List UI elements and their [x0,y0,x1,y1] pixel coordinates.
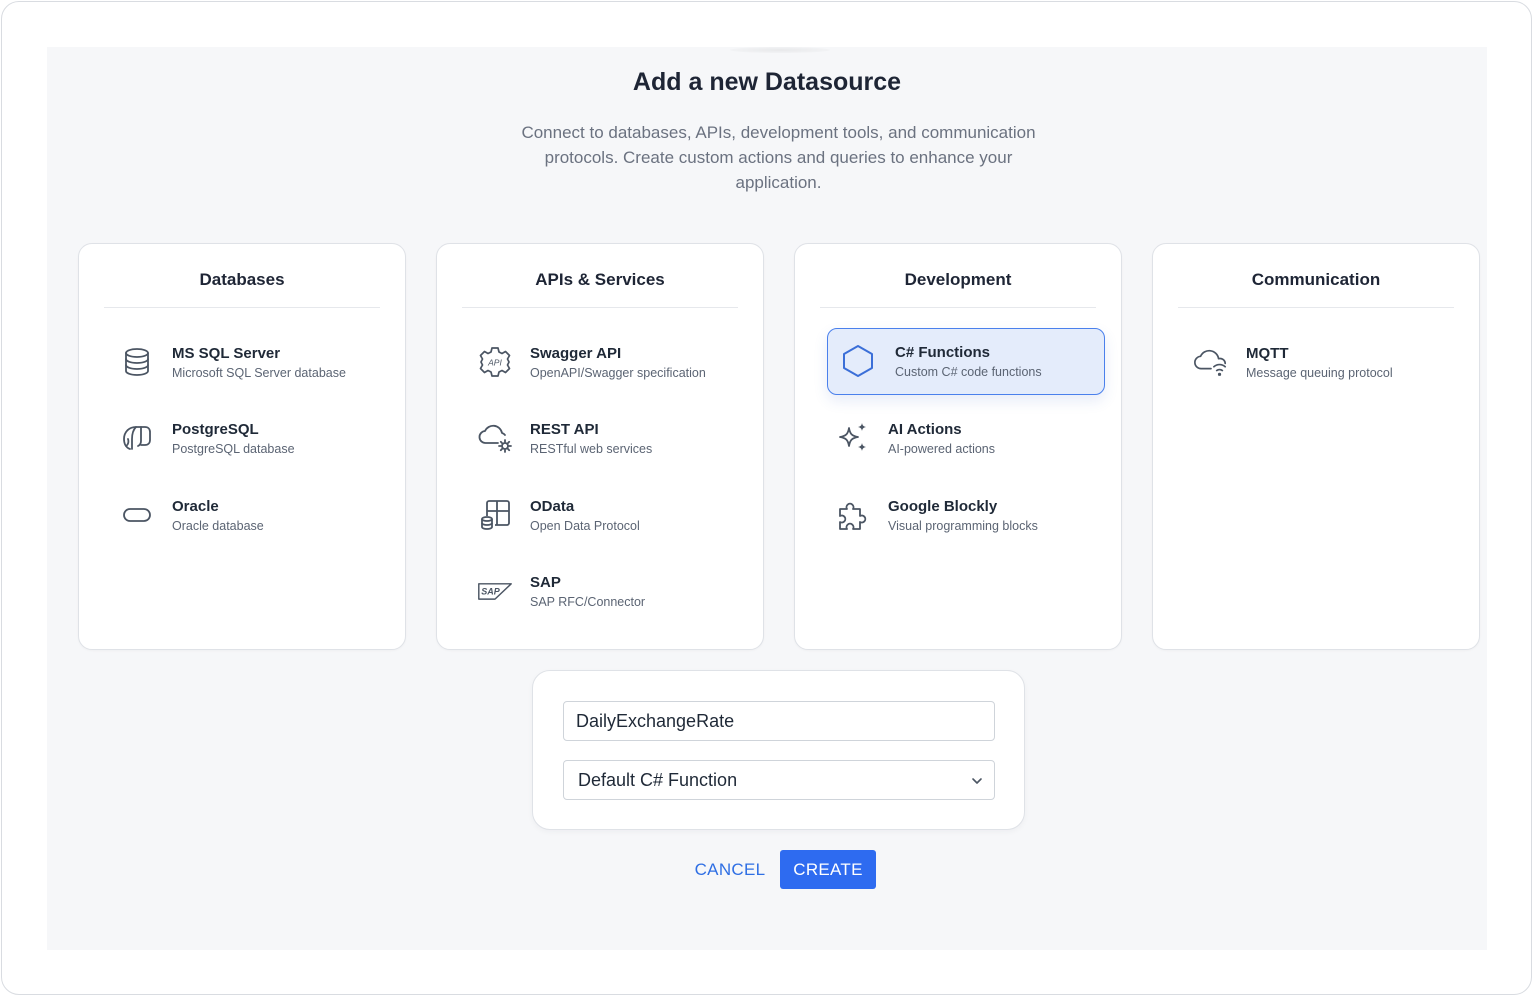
category-title: Development [820,270,1096,308]
cloud-wifi-icon [1193,344,1229,380]
create-button[interactable]: CREATE [780,850,876,889]
sap-logo-icon: SAP [477,573,513,609]
cloud-gear-icon [477,420,513,456]
category-card-apis-services: APIs & Services API Swagger API OpenAPI/… [436,243,764,650]
category-card-development: Development C# Functions Custom C# code … [794,243,1122,650]
dialog-subtitle: Connect to databases, APIs, development … [521,123,1036,192]
option-description: AI-powered actions [888,442,996,456]
odata-table-icon [477,497,513,533]
datasource-option-postgresql[interactable]: PostgreSQL PostgreSQL database [111,406,389,472]
option-description: OpenAPI/Swagger specification [530,366,706,380]
option-description: RESTful web services [530,442,653,456]
datasource-form: Default C# Function [532,670,1025,830]
category-card-communication: Communication MQTT Message queuing proto… [1152,243,1480,650]
option-description: PostgreSQL database [172,442,295,456]
datasource-name-input[interactable] [563,701,995,741]
svg-text:API: API [487,358,502,368]
option-name: C# Functions [895,344,991,361]
datasource-option-csharp-functions[interactable]: C# Functions Custom C# code functions [827,328,1105,395]
dialog-top-shadow [730,47,830,53]
hexagon-icon [840,343,876,379]
datasource-option-odata[interactable]: OData Open Data Protocol [469,483,747,549]
category-card-databases: Databases MS SQL Server Microsoft SQL Se… [78,243,406,650]
option-name: MQTT [1246,345,1289,362]
option-description: Custom C# code functions [895,365,1042,379]
template-select-value: Default C# Function [578,770,738,790]
postgresql-elephant-icon [119,420,155,456]
option-name: OData [530,498,575,515]
svg-text:SAP: SAP [481,587,501,597]
datasource-option-swagger-api[interactable]: API Swagger API OpenAPI/Swagger specific… [469,330,747,396]
option-name: Oracle [172,498,219,515]
option-name: MS SQL Server [172,345,281,362]
option-name: SAP [530,574,561,591]
datasource-option-google-blockly[interactable]: Google Blockly Visual programming blocks [827,483,1105,549]
database-icon [119,344,155,380]
api-gear-icon: API [477,344,513,380]
chevron-down-icon [970,774,984,788]
datasource-option-sap[interactable]: SAP SAP SAP RFC/Connector [469,559,747,625]
puzzle-icon [835,497,871,533]
option-name: REST API [530,421,599,438]
datasource-option-rest-api[interactable]: REST API RESTful web services [469,406,747,472]
option-description: Visual programming blocks [888,519,1038,533]
datasource-option-ms-sql-server[interactable]: MS SQL Server Microsoft SQL Server datab… [111,330,389,396]
cancel-button[interactable]: CANCEL [686,850,774,890]
option-name: Swagger API [530,345,622,362]
category-title: Databases [104,270,380,308]
sparkles-icon [835,420,871,456]
datasource-option-ai-actions[interactable]: AI Actions AI-powered actions [827,406,1105,472]
option-description: Oracle database [172,519,264,533]
category-title: Communication [1178,270,1454,308]
option-description: Open Data Protocol [530,519,640,533]
category-title: APIs & Services [462,270,738,308]
datasource-option-mqtt[interactable]: MQTT Message queuing protocol [1185,330,1463,396]
datasource-option-oracle[interactable]: Oracle Oracle database [111,483,389,549]
option-name: Google Blockly [888,498,998,515]
option-description: Message queuing protocol [1246,366,1393,380]
template-select[interactable]: Default C# Function [563,760,995,800]
option-name: PostgreSQL [172,421,259,438]
option-name: AI Actions [888,421,962,438]
oracle-icon [119,497,155,533]
option-description: SAP RFC/Connector [530,595,646,609]
option-description: Microsoft SQL Server database [172,366,346,380]
dialog-title: Add a new Datasource [632,68,902,96]
